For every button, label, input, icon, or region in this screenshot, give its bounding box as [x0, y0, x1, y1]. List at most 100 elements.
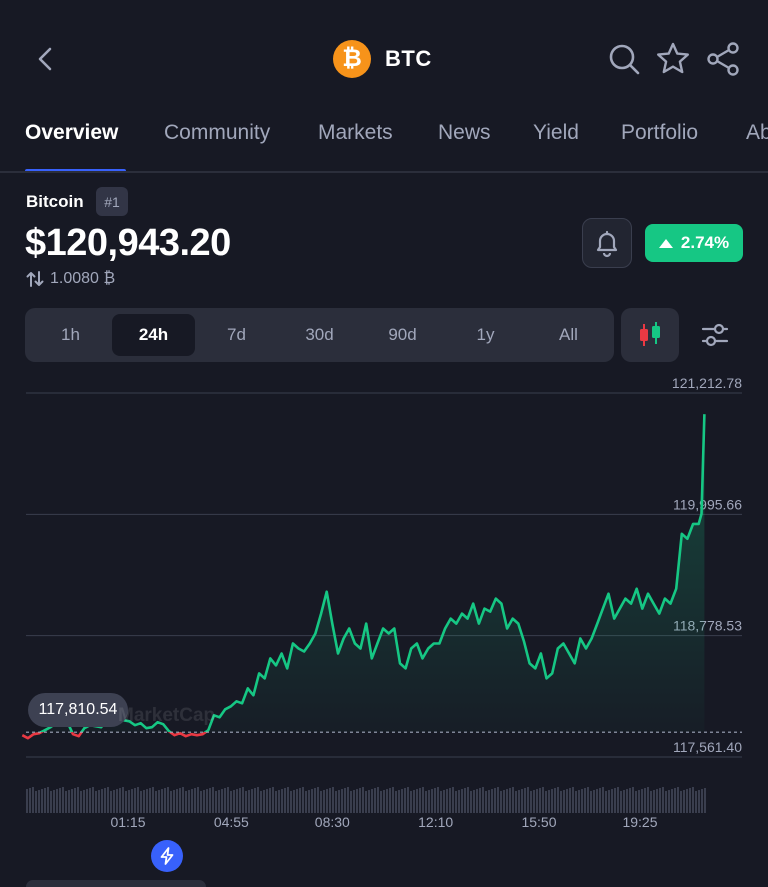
- volume-bar: [635, 791, 637, 813]
- share-button[interactable]: [704, 40, 742, 78]
- price-chart[interactable]: 121,212.78119,995.66118,778.53117,561.40…: [0, 370, 768, 860]
- volume-bar: [146, 789, 148, 813]
- tab-yield[interactable]: Yield: [533, 121, 579, 145]
- volume-bar: [410, 791, 412, 813]
- volume-bar: [599, 788, 601, 813]
- volume-bar: [551, 789, 553, 813]
- volume-bar: [575, 791, 577, 813]
- volume-bar: [176, 789, 178, 813]
- btc-conversion[interactable]: 1.0080 ₿: [26, 270, 115, 288]
- volume-bar: [386, 789, 388, 813]
- volume-bar: [131, 789, 133, 813]
- range-7d[interactable]: 7d: [195, 314, 278, 356]
- current-price: $120,943.20: [25, 222, 231, 264]
- volume-bar: [227, 787, 229, 813]
- watchlist-button[interactable]: [654, 40, 692, 78]
- volume-bar: [488, 790, 490, 813]
- range-1h[interactable]: 1h: [29, 314, 112, 356]
- volume-bar: [287, 787, 289, 813]
- volume-bar: [677, 787, 679, 813]
- volume-bar: [539, 788, 541, 813]
- volume-bar: [65, 791, 67, 813]
- candlestick-toggle-button[interactable]: [621, 308, 679, 362]
- coin-title: ₿ BTC: [333, 40, 432, 78]
- volume-bar: [215, 791, 217, 813]
- volume-bar: [533, 790, 535, 813]
- volume-bar: [659, 788, 661, 813]
- volume-bar: [128, 790, 130, 813]
- volume-bar: [326, 789, 328, 813]
- search-button[interactable]: [605, 40, 643, 78]
- volume-bar: [32, 787, 34, 813]
- tab-portfolio[interactable]: Portfolio: [621, 121, 698, 145]
- volume-bar: [569, 788, 571, 813]
- volume-bar: [362, 787, 364, 813]
- back-button[interactable]: [30, 42, 60, 76]
- watermark: MarketCap: [118, 705, 216, 726]
- x-tick-label: 01:15: [110, 814, 145, 830]
- y-tick-label: 121,212.78: [672, 375, 742, 391]
- volume-bar: [233, 790, 235, 813]
- volume-bar: [371, 789, 373, 813]
- volume-bar: [479, 788, 481, 813]
- header: ₿ BTC: [0, 0, 768, 115]
- volume-bar: [638, 790, 640, 813]
- star-icon: [657, 42, 689, 74]
- price-change-value: 2.74%: [680, 233, 730, 252]
- volume-bar: [491, 789, 493, 813]
- volume-bar: [509, 788, 511, 813]
- volume-bar: [608, 790, 610, 813]
- volume-bar: [338, 790, 340, 813]
- volume-bar: [47, 787, 49, 813]
- tab-community[interactable]: Community: [164, 121, 270, 145]
- volume-bar: [563, 790, 565, 813]
- volume-bar: [524, 788, 526, 813]
- price-alert-button[interactable]: [582, 218, 632, 268]
- volume-bar: [419, 788, 421, 813]
- volume-bar: [89, 788, 91, 813]
- y-tick-label: 119,995.66: [673, 496, 742, 512]
- bottom-panel-edge: [26, 880, 206, 887]
- range-30d[interactable]: 30d: [278, 314, 361, 356]
- volume-bar: [437, 787, 439, 813]
- x-tick-label: 12:10: [418, 814, 453, 830]
- tab-markets[interactable]: Markets: [318, 121, 393, 145]
- volume-bar: [560, 791, 562, 813]
- bell-icon: [596, 230, 618, 258]
- y-tick-label: 117,561.40: [673, 739, 742, 755]
- volume-bar: [203, 790, 205, 813]
- volume-bar: [422, 787, 424, 813]
- volume-bar: [554, 788, 556, 813]
- tab-overview[interactable]: Overview: [25, 121, 118, 145]
- volume-bar: [692, 787, 694, 813]
- volume-bar: [311, 789, 313, 813]
- volume-bar: [155, 791, 157, 813]
- tab-about[interactable]: Ab: [746, 121, 768, 145]
- range-24h[interactable]: 24h: [112, 314, 195, 356]
- range-1y[interactable]: 1y: [444, 314, 527, 356]
- tab-news[interactable]: News: [438, 121, 491, 145]
- volume-bar: [170, 791, 172, 813]
- volume-bar: [173, 790, 175, 813]
- volume-bar: [167, 787, 169, 813]
- range-all[interactable]: All: [527, 314, 610, 356]
- volume-bar: [56, 789, 58, 813]
- volume-bar: [455, 791, 457, 813]
- volume-bar: [236, 789, 238, 813]
- volume-bar: [218, 790, 220, 813]
- range-90d[interactable]: 90d: [361, 314, 444, 356]
- volume-bars: [26, 787, 706, 813]
- volume-bar: [137, 787, 139, 813]
- volume-bar: [284, 788, 286, 813]
- chart-settings-button[interactable]: [692, 312, 738, 358]
- volume-bar: [122, 787, 124, 813]
- event-marker-button[interactable]: [151, 840, 183, 872]
- volume-bar: [443, 790, 445, 813]
- volume-bar: [305, 791, 307, 813]
- volume-bar: [518, 790, 520, 813]
- volume-bar: [365, 791, 367, 813]
- volume-bar: [629, 788, 631, 813]
- volume-bar: [407, 787, 409, 813]
- volume-bar: [53, 790, 55, 813]
- volume-bar: [296, 789, 298, 813]
